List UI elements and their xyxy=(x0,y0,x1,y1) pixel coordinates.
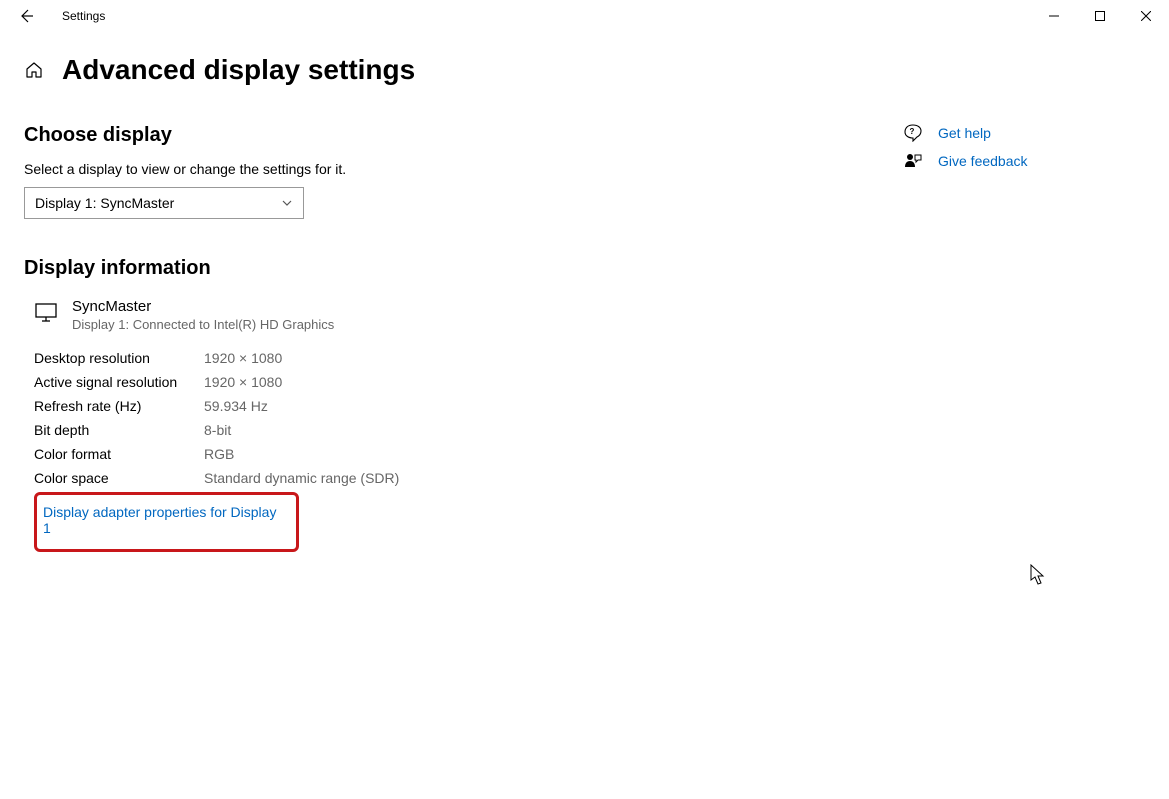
svg-text:?: ? xyxy=(910,127,915,136)
prop-label: Bit depth xyxy=(34,422,204,438)
display-select-value: Display 1: SyncMaster xyxy=(35,195,281,211)
minimize-button[interactable] xyxy=(1031,0,1077,32)
display-connection: Display 1: Connected to Intel(R) HD Grap… xyxy=(72,317,334,332)
home-icon xyxy=(24,60,44,80)
back-arrow-icon xyxy=(18,8,34,24)
display-info-title: Display information xyxy=(24,257,844,280)
back-button[interactable] xyxy=(14,4,38,28)
prop-label: Desktop resolution xyxy=(34,350,204,366)
window-title: Settings xyxy=(62,9,105,23)
prop-row: Desktop resolution1920 × 1080 xyxy=(34,346,844,370)
prop-value: RGB xyxy=(204,446,234,462)
prop-value: 59.934 Hz xyxy=(204,398,268,414)
choose-display-title: Choose display xyxy=(24,124,844,147)
minimize-icon xyxy=(1049,11,1059,21)
display-select[interactable]: Display 1: SyncMaster xyxy=(24,187,304,219)
maximize-icon xyxy=(1095,11,1105,21)
prop-value: 8-bit xyxy=(204,422,231,438)
side-column: ? Get help Give feedback xyxy=(904,104,1028,552)
page-header: Advanced display settings xyxy=(0,32,1169,104)
chevron-down-icon xyxy=(281,197,293,209)
prop-row: Color formatRGB xyxy=(34,442,844,466)
feedback-icon xyxy=(904,152,922,170)
window-controls xyxy=(1031,0,1169,32)
close-button[interactable] xyxy=(1123,0,1169,32)
get-help-text: Get help xyxy=(938,125,991,141)
choose-display-hint: Select a display to view or change the s… xyxy=(24,161,844,177)
prop-value: Standard dynamic range (SDR) xyxy=(204,470,399,486)
display-name: SyncMaster xyxy=(72,298,334,315)
prop-label: Color space xyxy=(34,470,204,486)
give-feedback-link[interactable]: Give feedback xyxy=(904,152,1028,170)
prop-row: Active signal resolution1920 × 1080 xyxy=(34,370,844,394)
prop-label: Color format xyxy=(34,446,204,462)
display-properties: Desktop resolution1920 × 1080 Active sig… xyxy=(34,346,844,552)
prop-row: Color spaceStandard dynamic range (SDR) xyxy=(34,466,844,490)
prop-label: Refresh rate (Hz) xyxy=(34,398,204,414)
prop-label: Active signal resolution xyxy=(34,374,204,390)
prop-value: 1920 × 1080 xyxy=(204,374,282,390)
home-button[interactable] xyxy=(24,60,44,80)
get-help-link[interactable]: ? Get help xyxy=(904,124,1028,142)
titlebar: Settings xyxy=(0,0,1169,32)
help-icon: ? xyxy=(904,124,922,142)
give-feedback-text: Give feedback xyxy=(938,153,1028,169)
main-column: Choose display Select a display to view … xyxy=(24,104,844,552)
highlight-annotation: Display adapter properties for Display 1 xyxy=(34,492,299,552)
prop-row: Refresh rate (Hz)59.934 Hz xyxy=(34,394,844,418)
maximize-button[interactable] xyxy=(1077,0,1123,32)
prop-row: Bit depth8-bit xyxy=(34,418,844,442)
page-title: Advanced display settings xyxy=(62,54,415,86)
prop-value: 1920 × 1080 xyxy=(204,350,282,366)
display-adapter-link[interactable]: Display adapter properties for Display 1 xyxy=(41,501,290,539)
monitor-icon xyxy=(34,300,58,324)
display-card: SyncMaster Display 1: Connected to Intel… xyxy=(34,298,844,332)
close-icon xyxy=(1141,11,1151,21)
mouse-cursor-icon xyxy=(1030,564,1046,586)
